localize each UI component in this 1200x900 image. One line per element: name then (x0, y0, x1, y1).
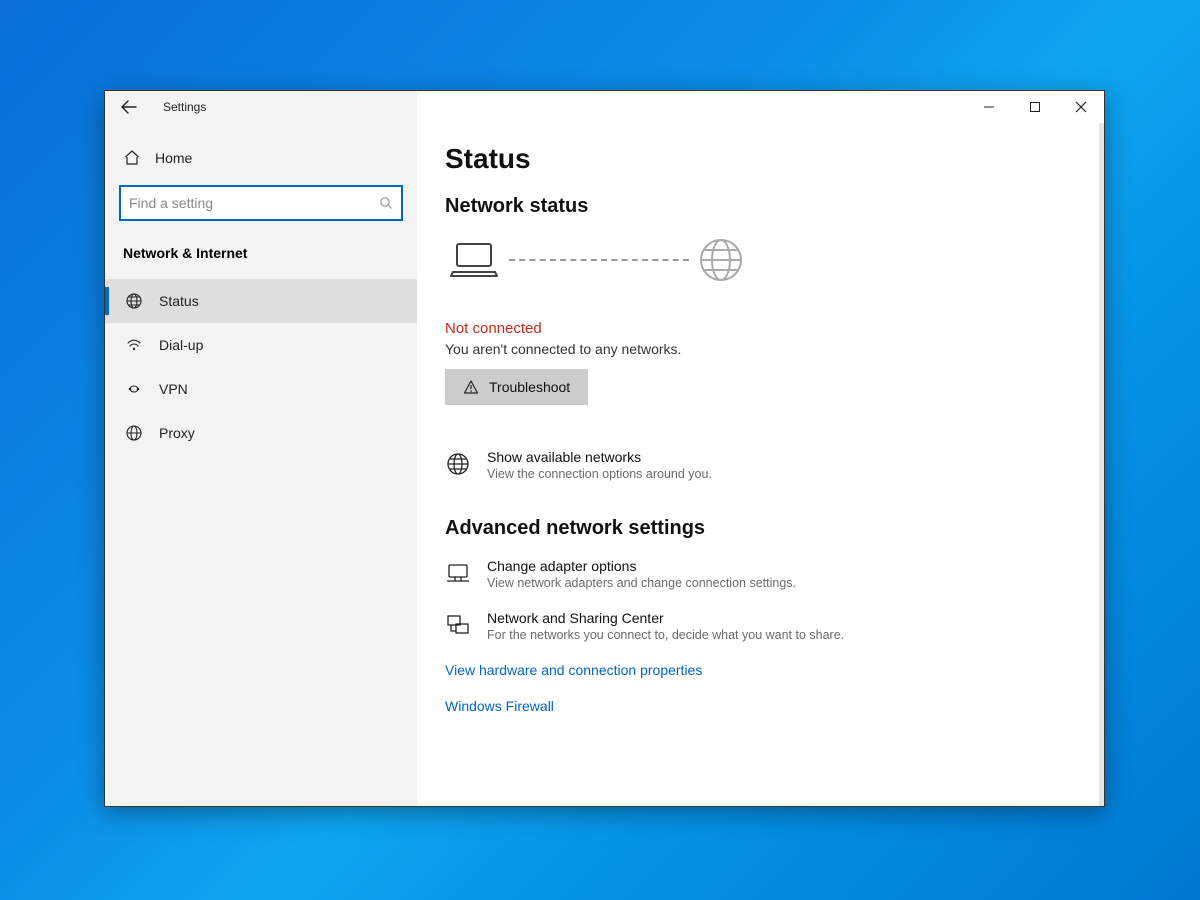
page-title: Status (445, 143, 1076, 175)
search-box[interactable] (119, 185, 403, 221)
sidebar-item-label: VPN (159, 381, 188, 397)
sidebar-item-vpn[interactable]: VPN (105, 367, 417, 411)
troubleshoot-label: Troubleshoot (489, 379, 570, 395)
minimize-button[interactable] (966, 91, 1012, 123)
main-panel: Status Network status Not connected You … (417, 123, 1104, 806)
option-title: Show available networks (487, 449, 712, 465)
close-button[interactable] (1058, 91, 1104, 123)
sidebar: Home Network & Internet Status (105, 123, 417, 806)
connection-status-title: Not connected (445, 320, 1076, 337)
sidebar-item-label: Status (159, 293, 199, 309)
link-hardware-properties[interactable]: View hardware and connection properties (445, 662, 1076, 678)
warning-icon (463, 379, 479, 395)
settings-window: Settings Home (104, 90, 1105, 807)
back-button[interactable] (115, 93, 143, 121)
home-icon (123, 149, 141, 167)
search-input[interactable] (129, 195, 379, 211)
network-status-icon (125, 292, 143, 310)
option-desc: For the networks you connect to, decide … (487, 628, 844, 642)
adapter-icon (445, 560, 471, 586)
dialup-icon (125, 336, 143, 354)
section-network-status: Network status (445, 195, 1076, 218)
option-title: Network and Sharing Center (487, 610, 844, 626)
connection-status-desc: You aren't connected to any networks. (445, 341, 1076, 357)
home-label: Home (155, 150, 192, 166)
sidebar-item-dialup[interactable]: Dial-up (105, 323, 417, 367)
search-icon (379, 196, 393, 210)
sharing-icon (445, 612, 471, 638)
network-diagram (445, 236, 1076, 284)
show-available-networks[interactable]: Show available networks View the connect… (445, 449, 1076, 481)
vpn-icon (125, 380, 143, 398)
globe-icon (697, 236, 745, 284)
category-heading: Network & Internet (119, 221, 403, 279)
home-button[interactable]: Home (119, 139, 403, 185)
option-title: Change adapter options (487, 558, 796, 574)
section-advanced: Advanced network settings (445, 517, 1076, 540)
option-desc: View the connection options around you. (487, 467, 712, 481)
sidebar-item-label: Proxy (159, 425, 195, 441)
back-arrow-icon (121, 99, 137, 115)
network-sharing-center[interactable]: Network and Sharing Center For the netwo… (445, 610, 1076, 642)
link-windows-firewall[interactable]: Windows Firewall (445, 698, 1076, 714)
sidebar-item-label: Dial-up (159, 337, 203, 353)
close-icon (1075, 101, 1087, 113)
option-desc: View network adapters and change connect… (487, 576, 796, 590)
minimize-icon (983, 101, 995, 113)
sidebar-item-status[interactable]: Status (105, 279, 417, 323)
titlebar: Settings (105, 91, 1104, 123)
titlebar-left: Settings (105, 91, 417, 123)
maximize-button[interactable] (1012, 91, 1058, 123)
proxy-icon (125, 424, 143, 442)
connection-line (509, 259, 689, 261)
globe-small-icon (445, 451, 471, 477)
maximize-icon (1029, 101, 1041, 113)
window-controls (417, 91, 1104, 123)
troubleshoot-button[interactable]: Troubleshoot (445, 369, 588, 405)
sidebar-item-proxy[interactable]: Proxy (105, 411, 417, 455)
change-adapter-options[interactable]: Change adapter options View network adap… (445, 558, 1076, 590)
laptop-icon (447, 238, 501, 282)
content: Home Network & Internet Status (105, 123, 1104, 806)
sidebar-nav: Status Dial-up VPN (105, 279, 417, 455)
window-title: Settings (163, 100, 206, 114)
